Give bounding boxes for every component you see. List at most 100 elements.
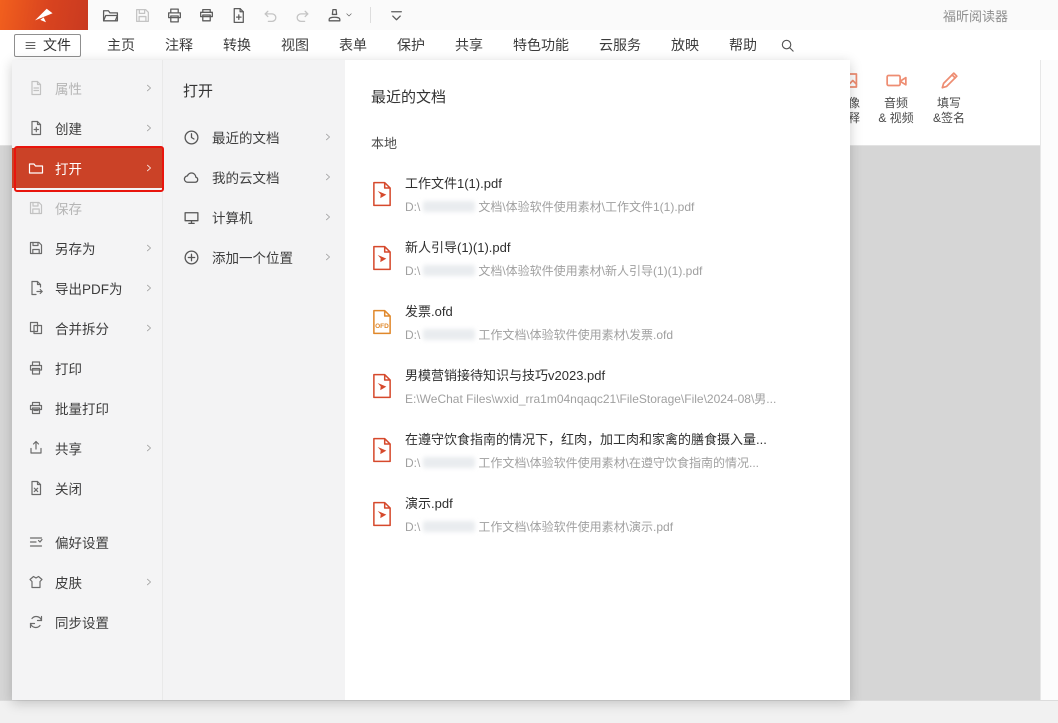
file-menu-item[interactable]: 偏好设置 xyxy=(12,522,162,562)
path-text: D:\ xyxy=(405,328,420,342)
title-bar: 福昕阅读器 xyxy=(0,0,1058,30)
create-pdf-icon[interactable] xyxy=(230,7,247,24)
path-text: D:\ xyxy=(405,200,420,214)
file-menu-panel: 属性 创建 打开 保存 另存为 导出PDF为 合并拆分 打印 批量打印 共享 xyxy=(12,60,850,700)
file-name: 男模营销接待知识与技巧v2023.pdf xyxy=(405,365,776,384)
open-panel-item[interactable]: 我的云文档 xyxy=(163,157,345,197)
chevron-right-icon xyxy=(144,283,154,293)
file-menu-item: 属性 xyxy=(12,68,162,108)
open-panel-item[interactable]: 添加一个位置 xyxy=(163,237,345,277)
recent-file-item[interactable]: 男模营销接待知识与技巧v2023.pdf E:\WeChat Files\wxi… xyxy=(371,354,832,418)
file-menu-item-label: 共享 xyxy=(55,438,133,458)
right-panel-strip xyxy=(1040,60,1058,700)
menu-tab-1[interactable]: 主页 xyxy=(107,35,135,55)
app-title: 福昕阅读器 xyxy=(943,0,1008,30)
pdf-file-icon xyxy=(371,181,393,207)
path-text: E:\WeChat Files\wxid_rra1m04nqaqc21\File… xyxy=(405,390,776,407)
recent-file-item[interactable]: 演示.pdf D:\工作文档\体验软件使用素材\演示.pdf xyxy=(371,482,832,546)
open-panel-item[interactable]: 计算机 xyxy=(163,197,345,237)
foxit-logo-icon xyxy=(32,6,56,24)
cloud-icon xyxy=(183,169,200,186)
file-menu-item[interactable]: 同步设置 xyxy=(12,602,162,642)
save-icon xyxy=(28,200,44,216)
file-menu-item[interactable]: 打开 xyxy=(12,148,162,188)
file-menu-item[interactable]: 批量打印 xyxy=(12,388,162,428)
ribbon-button[interactable]: 音频 & 视频 xyxy=(868,69,924,126)
recent-file-item[interactable]: 在遵守饮食指南的情况下，红肉，加工肉和家禽的膳食摄入量... D:\工作文档\体… xyxy=(371,418,832,482)
file-menu-item-label: 保存 xyxy=(55,198,133,218)
file-menu-item-label: 另存为 xyxy=(55,238,133,258)
file-path: D:\文档\体验软件使用素材\新人引导(1)(1).pdf xyxy=(405,262,702,279)
chevron-right-icon xyxy=(144,243,154,253)
file-menu-button[interactable]: 文件 xyxy=(14,34,81,57)
file-menu-item[interactable]: 创建 xyxy=(12,108,162,148)
pencil-icon xyxy=(938,69,961,92)
properties-icon xyxy=(28,80,44,96)
ofd-file-icon: OFD xyxy=(371,309,393,335)
folder-open-icon[interactable] xyxy=(102,7,119,24)
file-path: E:\WeChat Files\wxid_rra1m04nqaqc21\File… xyxy=(405,390,776,407)
file-menu-item[interactable]: 关闭 xyxy=(12,468,162,508)
file-menu-item[interactable]: 打印 xyxy=(12,348,162,388)
file-menu-item-label: 创建 xyxy=(55,118,133,138)
recent-file-item[interactable]: 新人引导(1)(1).pdf D:\文档\体验软件使用素材\新人引导(1)(1)… xyxy=(371,226,832,290)
chevron-right-icon xyxy=(323,212,333,222)
file-path: D:\工作文档\体验软件使用素材\演示.pdf xyxy=(405,518,673,535)
redacted-blur xyxy=(423,521,475,532)
open-icon xyxy=(28,160,44,176)
recent-file-item[interactable]: OFD 发票.ofd D:\工作文档\体验软件使用素材\发票.ofd xyxy=(371,290,832,354)
open-panel-item-label: 添加一个位置 xyxy=(212,247,311,267)
pdf-file-icon xyxy=(371,501,393,527)
file-menu-item[interactable]: 皮肤 xyxy=(12,562,162,602)
toolbar-divider xyxy=(370,7,371,23)
customize-toolbar-icon[interactable] xyxy=(388,7,405,24)
file-menu-item-label: 合并拆分 xyxy=(55,318,133,338)
menu-tab-7[interactable]: 共享 xyxy=(455,35,483,55)
recent-file-item[interactable]: 工作文件1(1).pdf D:\文档\体验软件使用素材\工作文件1(1).pdf xyxy=(371,162,832,226)
file-menu-item[interactable]: 另存为 xyxy=(12,228,162,268)
path-text: D:\ xyxy=(405,456,420,470)
ribbon-button[interactable]: 填写 &签名 xyxy=(921,69,977,126)
redacted-blur xyxy=(423,329,475,340)
menu-tab-8[interactable]: 特色功能 xyxy=(513,35,569,55)
menu-tab-4[interactable]: 视图 xyxy=(281,35,309,55)
status-bar xyxy=(0,700,1058,723)
menu-tab-5[interactable]: 表单 xyxy=(339,35,367,55)
open-submenu-panel: 打开 最近的文档 我的云文档 计算机 添加一个位置 xyxy=(162,60,345,700)
print-icon[interactable] xyxy=(166,7,183,24)
path-text: 工作文档\体验软件使用素材\演示.pdf xyxy=(478,518,673,535)
svg-text:OFD: OFD xyxy=(375,323,389,330)
open-panel-item[interactable]: 最近的文档 xyxy=(163,117,345,157)
redo-icon xyxy=(294,7,311,24)
path-text: D:\ xyxy=(405,264,420,278)
menu-tab-2[interactable]: 注释 xyxy=(165,35,193,55)
file-path: D:\文档\体验软件使用素材\工作文件1(1).pdf xyxy=(405,198,694,215)
path-text: 工作文档\体验软件使用素材\在遵守饮食指南的情况... xyxy=(478,454,759,471)
batch-print-icon xyxy=(28,400,44,416)
file-name: 工作文件1(1).pdf xyxy=(405,173,694,192)
foxit-logo[interactable] xyxy=(0,0,88,30)
menu-tab-3[interactable]: 转换 xyxy=(223,35,251,55)
file-menu-item-label: 导出PDF为 xyxy=(55,278,133,298)
menu-tab-9[interactable]: 云服务 xyxy=(599,35,641,55)
file-menu-item-label: 属性 xyxy=(55,78,133,98)
quick-access-toolbar xyxy=(102,7,405,24)
file-menu-item[interactable]: 导出PDF为 xyxy=(12,268,162,308)
menu-tab-6[interactable]: 保护 xyxy=(397,35,425,55)
file-menu-item[interactable]: 合并拆分 xyxy=(12,308,162,348)
file-menu-item[interactable]: 共享 xyxy=(12,428,162,468)
preferences-icon xyxy=(28,534,44,550)
file-menu-item-label: 批量打印 xyxy=(55,398,133,418)
menu-tab-11[interactable]: 帮助 xyxy=(729,35,757,55)
stamp-tool-icon[interactable] xyxy=(326,7,353,24)
video-icon xyxy=(885,69,908,92)
open-panel-item-label: 最近的文档 xyxy=(212,127,311,147)
search-icon[interactable] xyxy=(780,38,795,53)
sync-icon xyxy=(28,614,44,630)
redacted-blur xyxy=(423,201,475,212)
quick-print-icon[interactable] xyxy=(198,7,215,24)
local-group-label: 本地 xyxy=(371,133,832,152)
menu-tab-10[interactable]: 放映 xyxy=(671,35,699,55)
print-icon xyxy=(28,360,44,376)
file-name: 演示.pdf xyxy=(405,493,673,512)
